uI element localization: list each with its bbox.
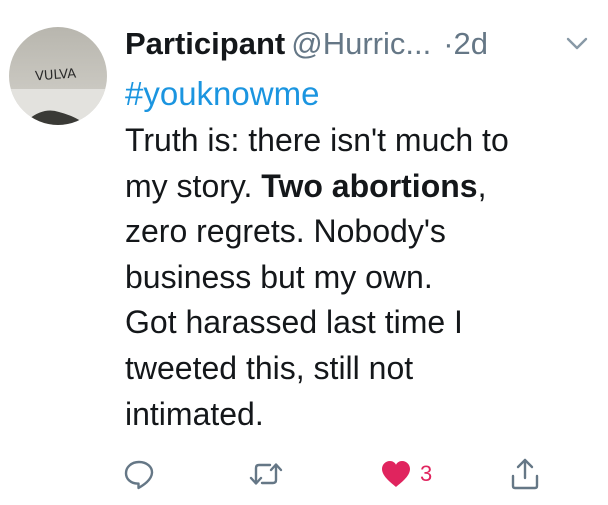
display-name[interactable]: Participant: [125, 26, 285, 61]
share-button[interactable]: [508, 450, 542, 498]
retweet-button[interactable]: [248, 450, 284, 498]
retweet-icon: [249, 463, 283, 485]
heart-icon: [382, 461, 410, 487]
tweet-text-bold-segment: Two abortions: [261, 167, 478, 204]
separator-dot: ·: [443, 26, 454, 61]
hashtag-link[interactable]: #youknowme: [125, 72, 319, 116]
like-button[interactable]: 3: [378, 450, 432, 498]
tweet-text-line: Got harassed last time I: [125, 304, 463, 341]
tweet-text-line: zero regrets. Nobody's: [125, 213, 446, 250]
chevron-down-icon[interactable]: [565, 36, 589, 52]
share-icon: [511, 458, 539, 490]
timestamp[interactable]: 2d: [454, 26, 488, 61]
like-count: 3: [420, 461, 433, 486]
avatar-graffiti-text: VULVA: [35, 66, 77, 84]
tweet-text: Truth is: there isn't much to my story. …: [125, 118, 595, 437]
tweet-text-segment: ,: [477, 167, 487, 204]
tweet-header: Participant @Hurric... ·2d: [125, 22, 595, 66]
reply-button[interactable]: [122, 450, 156, 498]
tweet-text-line: Truth is: there isn't much to: [125, 122, 509, 158]
tweet-text-line: tweeted this, still not: [125, 349, 414, 386]
avatar-image: VULVA: [9, 27, 107, 125]
tweet-actions: 3: [0, 450, 608, 498]
user-handle[interactable]: @Hurric...: [291, 26, 431, 61]
tweet-text-line: my story. Two abortions,: [125, 164, 595, 210]
tweet-text-segment: my story.: [125, 167, 262, 204]
tweet-text-line: business but my own.: [125, 258, 433, 295]
tweet-card[interactable]: VULVA Participant @Hurric... ·2d #youknowm…: [0, 0, 608, 505]
tweet-text-line: intimated.: [125, 395, 264, 432]
avatar[interactable]: VULVA: [9, 27, 107, 125]
reply-icon: [124, 460, 154, 490]
